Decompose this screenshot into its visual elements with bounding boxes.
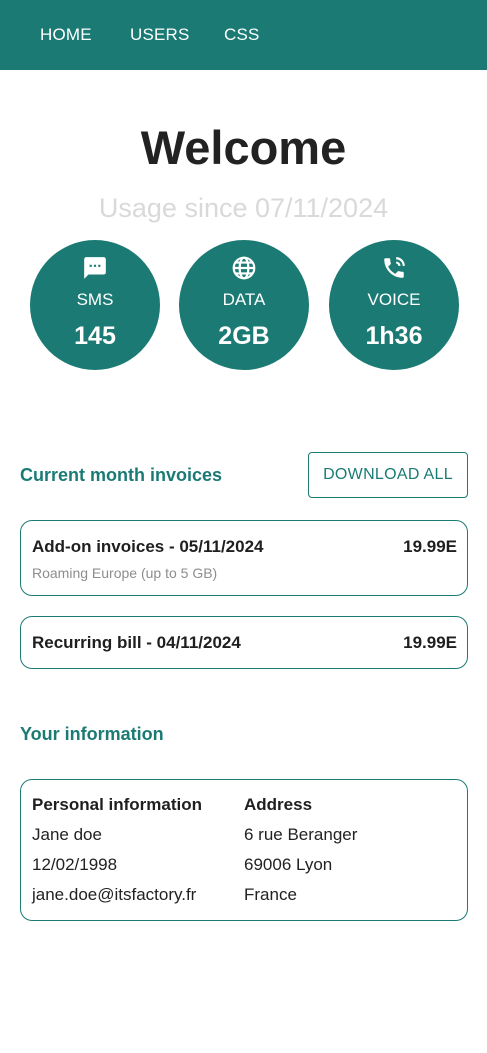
page-title: Welcome — [140, 121, 347, 174]
stat-voice: VOICE 1h36 — [329, 240, 459, 370]
download-all-button[interactable]: DOWNLOAD ALL — [308, 452, 468, 498]
user-email: jane.doe@itsfactory.fr — [32, 885, 197, 904]
address-column: Address 6 rue Beranger 69006 Lyon France — [244, 794, 357, 914]
stat-label: SMS — [76, 290, 114, 309]
personal-info-heading: Personal information — [32, 795, 203, 814]
chat-icon — [84, 257, 106, 279]
top-nav-bar: HOME USERS CSS — [0, 0, 487, 70]
user-birthdate: 12/02/1998 — [32, 855, 118, 874]
invoice-card-recurring[interactable]: Recurring bill - 04/11/2024 19.99E — [20, 616, 468, 669]
nav-item-css[interactable]: CSS — [224, 24, 260, 46]
stat-sms: SMS 145 — [30, 240, 160, 370]
address-street: 6 rue Beranger — [244, 825, 358, 844]
invoices-section-title: Current month invoices — [20, 465, 223, 485]
invoice-subtitle: Roaming Europe (up to 5 GB) — [32, 565, 218, 581]
nav-item-users[interactable]: USERS — [130, 24, 190, 46]
address-heading: Address — [244, 795, 313, 814]
invoice-title: Add-on invoices - 05/11/2024 — [32, 537, 264, 556]
information-section-title: Your information — [20, 724, 164, 744]
stat-label: DATA — [222, 290, 266, 309]
information-card: Personal information Jane doe 12/02/1998… — [20, 779, 468, 921]
personal-info-column: Personal information Jane doe 12/02/1998… — [32, 794, 202, 914]
usage-since-text: Usage since 07/11/2024 — [98, 193, 389, 223]
stat-data: DATA 2GB — [179, 240, 309, 370]
stat-value: 145 — [74, 322, 116, 350]
nav-item-home[interactable]: HOME — [40, 24, 92, 46]
user-name: Jane doe — [32, 825, 102, 844]
stat-label: VOICE — [367, 290, 421, 309]
address-country: France — [244, 885, 297, 904]
invoice-amount: 19.99E — [403, 537, 457, 556]
stat-value: 2GB — [218, 322, 270, 350]
invoice-title: Recurring bill - 04/11/2024 — [32, 633, 241, 652]
phone-call-icon — [384, 257, 405, 278]
invoice-amount: 19.99E — [403, 633, 457, 652]
address-city: 69006 Lyon — [244, 855, 333, 874]
stat-value: 1h36 — [365, 322, 423, 350]
globe-icon — [232, 256, 256, 280]
invoice-card-addon[interactable]: Add-on invoices - 05/11/2024 19.99E Roam… — [20, 520, 468, 596]
